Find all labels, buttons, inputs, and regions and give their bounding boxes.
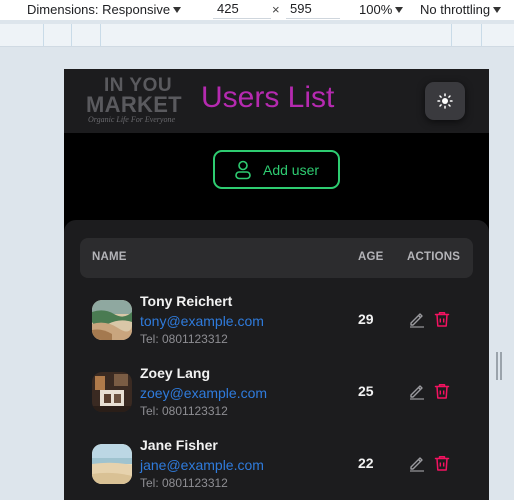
handle-grip (496, 352, 498, 380)
ruler-divider (0, 46, 514, 47)
add-user-label: Add user (263, 162, 320, 178)
table-row: Tony Reichert tony@example.com Tel: 0801… (80, 292, 473, 362)
chevron-down-icon (395, 7, 404, 13)
ruler-mark (481, 24, 482, 46)
user-name: Zoey Lang (140, 365, 211, 381)
trash-icon[interactable] (433, 310, 451, 328)
user-name: Jane Fisher (140, 437, 218, 453)
page-title: Users List (201, 81, 335, 114)
theme-toggle-button[interactable] (425, 82, 465, 120)
dimensions-dropdown[interactable]: Dimensions: Responsive (27, 1, 182, 18)
column-header-name[interactable]: NAME (92, 251, 127, 263)
table-header: NAME AGE ACTIONS (80, 238, 473, 278)
edit-icon[interactable] (408, 382, 426, 400)
user-phone: Tel: 0801123312 (140, 404, 228, 418)
avatar (92, 444, 132, 484)
resize-handle[interactable] (496, 352, 504, 380)
zoom-label: 100% (359, 2, 393, 17)
sun-icon (437, 93, 453, 109)
handle-grip (500, 352, 502, 380)
user-phone: Tel: 0801123312 (140, 476, 228, 490)
user-phone: Tel: 0801123312 (140, 332, 228, 346)
user-email-link[interactable]: zoey@example.com (140, 385, 267, 401)
app-viewport: IN YOU MARKET Organic Life For Everyone … (64, 69, 489, 500)
ruler-mark (100, 24, 101, 46)
avatar (92, 300, 132, 340)
dimensions-label: Dimensions: Responsive (27, 2, 171, 17)
devtools-toolbar: Dimensions: Responsive 425 × 595 100% No… (0, 0, 514, 20)
width-input[interactable]: 425 (213, 0, 271, 19)
ruler-mark (71, 24, 72, 46)
user-age: 25 (358, 383, 374, 399)
zoom-dropdown[interactable]: 100% (359, 1, 404, 18)
logo-tagline: Organic Life For Everyone (88, 115, 176, 124)
app-header: IN YOU MARKET Organic Life For Everyone … (64, 69, 489, 133)
throttling-dropdown[interactable]: No throttling (420, 1, 502, 18)
users-table-card: NAME AGE ACTIONS Tony Reichert tony@exam… (64, 220, 489, 500)
user-email-link[interactable]: jane@example.com (140, 457, 264, 473)
throttling-label: No throttling (420, 2, 491, 17)
table-row: Zoey Lang zoey@example.com Tel: 08011233… (80, 364, 473, 434)
user-age: 29 (358, 311, 374, 327)
column-header-actions: ACTIONS (407, 251, 461, 263)
table-row: Jane Fisher jane@example.com Tel: 080112… (80, 436, 473, 500)
chevron-down-icon (493, 7, 502, 13)
user-icon (235, 160, 251, 180)
height-input[interactable]: 595 (286, 0, 340, 19)
edit-icon[interactable] (408, 310, 426, 328)
logo[interactable]: IN YOU MARKET Organic Life For Everyone (86, 75, 188, 127)
add-user-button[interactable]: Add user (213, 150, 340, 189)
ruler-mark (43, 24, 44, 46)
user-name: Tony Reichert (140, 293, 233, 309)
times-separator: × (272, 2, 280, 17)
edit-icon[interactable] (408, 454, 426, 472)
ruler-mark (451, 24, 452, 46)
user-age: 22 (358, 455, 374, 471)
column-header-age[interactable]: AGE (358, 251, 384, 263)
trash-icon[interactable] (433, 454, 451, 472)
avatar (92, 372, 132, 412)
trash-icon[interactable] (433, 382, 451, 400)
chevron-down-icon (173, 7, 182, 13)
media-query-ruler[interactable] (0, 24, 514, 46)
user-email-link[interactable]: tony@example.com (140, 313, 264, 329)
